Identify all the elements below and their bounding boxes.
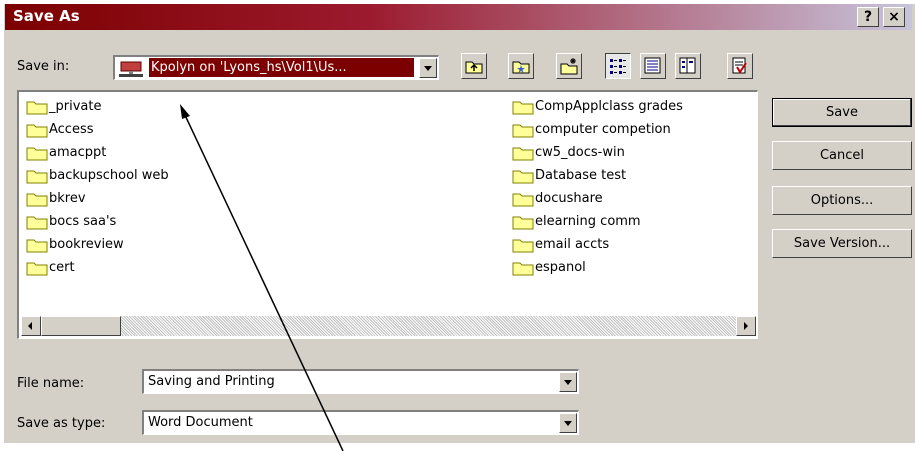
annotation-arrow bbox=[180, 104, 344, 451]
